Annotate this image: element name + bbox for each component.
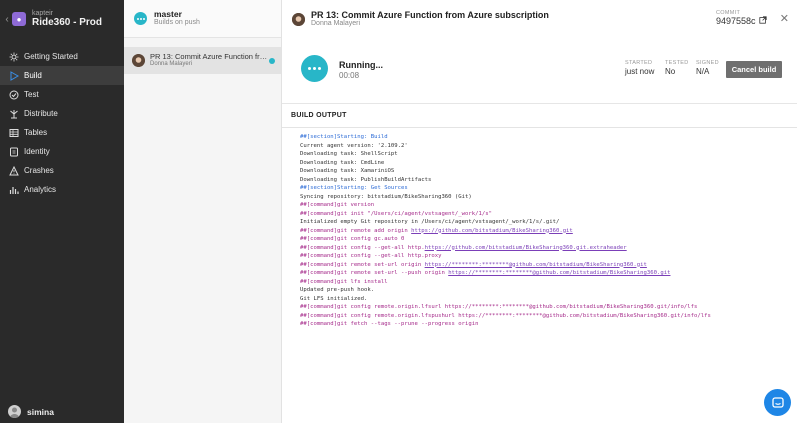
nav-list: Getting Started Build Test Distribute Ta… — [0, 47, 124, 199]
nav-label: Identity — [24, 147, 50, 156]
log-line: ##[command]git remote set-url origin htt… — [300, 261, 647, 268]
nav-item-build[interactable]: Build — [0, 66, 124, 85]
nav-item-test[interactable]: Test — [0, 85, 124, 104]
branch-status-icon — [134, 12, 147, 25]
nav-label: Crashes — [24, 166, 54, 175]
nav-label: Tables — [24, 128, 48, 137]
user-name: simina — [27, 406, 54, 417]
branch-header[interactable]: master Builds on push — [124, 0, 281, 38]
nav-item-identity[interactable]: Identity — [0, 142, 124, 161]
log-line: Downloading task: ShellScript — [300, 151, 398, 157]
log-line: ##[command]git config --get-all http.pro… — [300, 253, 442, 259]
log-line: Initialized empty Git repository in /Use… — [300, 219, 560, 225]
running-icon — [301, 55, 328, 82]
build-detail: PR 13: Commit Azure Function from Azure … — [282, 0, 797, 423]
nav-item-tables[interactable]: Tables — [0, 123, 124, 142]
log-line: Downloading task: XamariniOS — [300, 168, 395, 174]
nav-label: Distribute — [24, 109, 58, 118]
build-output-log: ##[section]Starting: Build Current agent … — [282, 128, 797, 329]
log-line: ##[command]git lfs install — [300, 278, 388, 285]
branch-subtitle: Builds on push — [154, 19, 200, 27]
build-status-panel: Running... 00:08 STARTED just now TESTED… — [282, 38, 797, 104]
log-line: ##[command]git version — [300, 202, 375, 208]
distribute-icon — [8, 108, 19, 119]
log-line: ##[command]git remote set-url --push ori… — [300, 270, 671, 276]
commit-link[interactable]: 9497558c — [716, 16, 767, 27]
check-circle-icon — [8, 89, 19, 100]
build-author: Donna Malayeri — [311, 20, 361, 28]
build-item-author: Donna Malayeri — [150, 61, 193, 68]
nav-item-distribute[interactable]: Distribute — [0, 104, 124, 123]
log-link[interactable]: https://********:********@github.com/bit… — [425, 262, 647, 268]
log-line: ##[command]git remote add origin https:/… — [300, 227, 573, 234]
sun-icon — [8, 51, 19, 62]
log-line: ##[command]git config remote.origin.lfsp… — [300, 312, 711, 319]
log-link[interactable]: https://github.com/bitstadium/BikeSharin… — [411, 228, 573, 234]
log-link[interactable]: https://github.com/bitstadium/BikeSharin… — [425, 245, 627, 251]
tested-stat: TESTED No — [665, 60, 689, 77]
log-line: ##[command]git fetch --tags --prune --pr… — [300, 321, 479, 327]
tested-label: TESTED — [665, 60, 689, 66]
started-stat: STARTED just now — [625, 60, 654, 77]
elapsed-time: 00:08 — [339, 70, 360, 80]
branch-name: master — [154, 9, 182, 20]
build-list-item[interactable]: PR 13: Commit Azure Function from... Don… — [124, 47, 281, 74]
left-nav: ‹ ● kapteir Ride360 - Prod Getting Start… — [0, 0, 124, 423]
back-chevron-icon[interactable]: ‹ — [3, 14, 11, 25]
signed-value: N/A — [696, 66, 710, 76]
close-icon[interactable]: ✕ — [780, 12, 789, 25]
avatar — [292, 12, 305, 26]
app-owner: kapteir — [32, 9, 54, 17]
user-menu[interactable]: simina — [8, 405, 54, 418]
build-item-title: PR 13: Commit Azure Function from... — [150, 52, 268, 62]
started-label: STARTED — [625, 60, 653, 66]
nav-label: Test — [24, 90, 39, 99]
nav-label: Build — [24, 71, 42, 80]
build-title: PR 13: Commit Azure Function from Azure … — [311, 9, 549, 20]
log-line: ##[section]Starting: Build — [300, 134, 388, 140]
cancel-build-button[interactable]: Cancel build — [726, 61, 782, 78]
app-header[interactable]: ‹ ● kapteir Ride360 - Prod — [0, 0, 124, 38]
log-link[interactable]: https://********:********@github.com/bit… — [448, 270, 670, 276]
tested-value: No — [665, 66, 676, 76]
signed-stat: SIGNED N/A — [696, 60, 719, 77]
detail-header: PR 13: Commit Azure Function from Azure … — [282, 0, 797, 38]
nav-label: Analytics — [24, 185, 57, 194]
log-line: Git LFS initialized. — [300, 295, 368, 302]
nav-label: Getting Started — [24, 52, 78, 61]
commit-hash: 9497558c — [716, 15, 756, 26]
chat-icon — [771, 396, 784, 408]
log-line: Current agent version: '2.109.2' — [300, 142, 408, 149]
log-line: ##[command]git init "/Users/ci/agent/vst… — [300, 210, 492, 217]
app-icon: ● — [12, 12, 26, 26]
identity-icon — [8, 146, 19, 157]
external-link-icon[interactable] — [758, 16, 767, 27]
started-value: just now — [625, 66, 655, 76]
log-line: Updated pre-push hook. — [300, 287, 375, 293]
nav-item-crashes[interactable]: Crashes — [0, 161, 124, 180]
chart-icon — [8, 184, 19, 195]
log-line: ##[command]git config remote.origin.lfsu… — [300, 304, 698, 310]
log-line: ##[section]Starting: Get Sources — [300, 185, 408, 191]
avatar — [132, 54, 145, 67]
log-line: ##[command]git config --get-all http.htt… — [300, 244, 627, 251]
log-line: Downloading task: PublishBuildArtifacts — [300, 176, 432, 183]
build-list-panel: master Builds on push PR 13: Commit Azur… — [124, 0, 282, 423]
running-status-icon — [269, 58, 275, 64]
run-state: Running... — [339, 60, 383, 70]
table-icon — [8, 127, 19, 138]
log-line: Syncing repository: bitstadium/BikeShari… — [300, 193, 472, 200]
warning-icon — [8, 165, 19, 176]
signed-label: SIGNED — [696, 60, 719, 66]
commit-info: COMMIT 9497558c — [716, 10, 767, 27]
nav-item-analytics[interactable]: Analytics — [0, 180, 124, 199]
log-line: ##[command]git config gc.auto 0 — [300, 236, 405, 242]
avatar — [8, 405, 21, 418]
nav-item-getting-started[interactable]: Getting Started — [0, 47, 124, 66]
app-name: Ride360 - Prod — [32, 17, 103, 29]
chat-button[interactable] — [764, 389, 791, 416]
log-line: Downloading task: CmdLine — [300, 159, 385, 166]
play-icon — [8, 70, 19, 81]
build-output-title: BUILD OUTPUT — [282, 104, 797, 128]
